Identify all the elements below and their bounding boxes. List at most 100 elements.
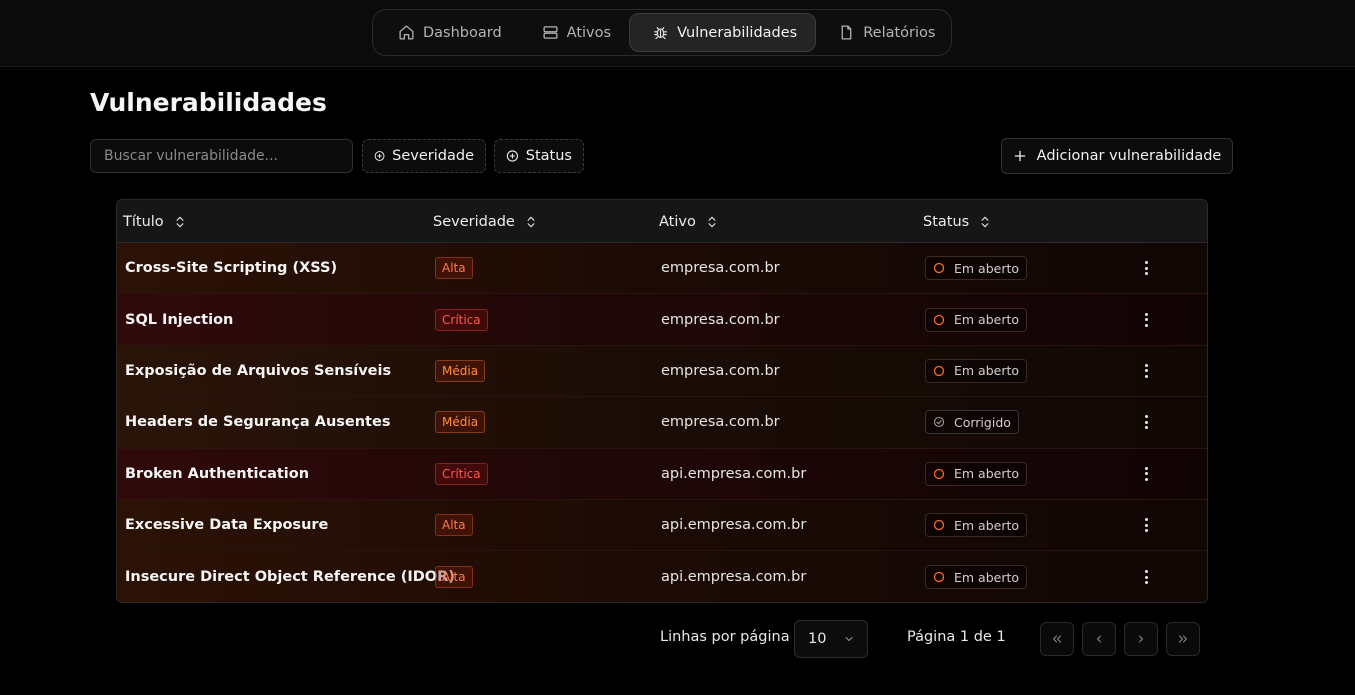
chevron-right-icon bbox=[1139, 635, 1143, 643]
search-input[interactable] bbox=[90, 139, 353, 173]
table-row[interactable]: Insecure Direct Object Reference (IDOR) … bbox=[117, 551, 1207, 602]
nav-relatorios[interactable]: Relatórios bbox=[816, 13, 953, 52]
table-row[interactable]: Cross-Site Scripting (XSS) Alta empresa.… bbox=[117, 243, 1207, 295]
status-badge: Em aberto bbox=[925, 461, 1028, 486]
column-header-ativo[interactable]: Ativo bbox=[659, 200, 719, 243]
chevron-left-icon bbox=[1097, 635, 1101, 643]
circle-icon bbox=[933, 571, 945, 583]
asset-name: empresa.com.br bbox=[661, 311, 780, 328]
first-page-button[interactable] bbox=[1040, 622, 1074, 656]
next-page-button[interactable] bbox=[1124, 622, 1158, 656]
severity-badge: Alta bbox=[435, 514, 473, 537]
nav-relatorios-label: Relatórios bbox=[863, 24, 936, 41]
circle-icon bbox=[933, 468, 945, 479]
vulnerability-title: Excessive Data Exposure bbox=[125, 517, 329, 534]
server-icon bbox=[543, 26, 558, 39]
rows-per-page-select[interactable]: 10 bbox=[794, 620, 868, 658]
asset-name: api.empresa.com.br bbox=[661, 517, 807, 534]
severity-badge: Média bbox=[435, 359, 486, 382]
file-icon bbox=[841, 25, 852, 40]
vulnerability-title: Broken Authentication bbox=[125, 465, 310, 482]
table-row[interactable]: Excessive Data Exposure Alta api.empresa… bbox=[117, 499, 1207, 552]
row-actions-button[interactable] bbox=[1137, 346, 1155, 396]
sort-icon bbox=[527, 216, 535, 227]
circle-icon bbox=[933, 263, 945, 274]
add-vulnerability-button[interactable]: Adicionar vulnerabilidade bbox=[1001, 138, 1233, 174]
vulnerability-title: Cross-Site Scripting (XSS) bbox=[125, 260, 338, 277]
asset-name: empresa.com.br bbox=[661, 414, 780, 431]
check-circle-icon bbox=[933, 417, 945, 428]
nav-vulnerabilidades[interactable]: Vulnerabilidades bbox=[629, 13, 817, 52]
sort-icon bbox=[176, 216, 184, 227]
row-actions-button[interactable] bbox=[1137, 551, 1155, 602]
more-vertical-icon bbox=[1144, 363, 1148, 378]
status-badge: Em aberto bbox=[925, 256, 1028, 281]
row-actions-button[interactable] bbox=[1137, 243, 1155, 293]
more-vertical-icon bbox=[1144, 518, 1148, 533]
main-nav: Dashboard Ativos Vulnerabilidades Relató… bbox=[372, 9, 952, 56]
table-header: Título Severidade Ativo Status bbox=[117, 200, 1207, 243]
vulnerability-title: Insecure Direct Object Reference (IDOR) bbox=[125, 569, 455, 586]
more-vertical-icon bbox=[1144, 312, 1148, 327]
status-label: Em aberto bbox=[954, 466, 1020, 482]
severity-badge: Média bbox=[435, 411, 486, 434]
add-vulnerability-label: Adicionar vulnerabilidade bbox=[1036, 148, 1222, 164]
severity-filter-button[interactable]: Severidade bbox=[362, 139, 486, 173]
column-header-label: Severidade bbox=[433, 213, 515, 230]
column-header-label: Status bbox=[923, 213, 970, 230]
table-row[interactable]: SQL Injection Crítica empresa.com.br Em … bbox=[117, 294, 1207, 346]
nav-dashboard-label: Dashboard bbox=[423, 24, 502, 41]
asset-name: empresa.com.br bbox=[661, 362, 780, 379]
rows-per-page-label: Linhas por página bbox=[660, 629, 790, 645]
severity-badge: Alta bbox=[435, 566, 473, 589]
status-badge: Em aberto bbox=[925, 358, 1028, 383]
column-header-label: Título bbox=[123, 213, 164, 230]
more-vertical-icon bbox=[1144, 261, 1148, 276]
status-label: Em aberto bbox=[954, 363, 1020, 379]
status-label: Corrigido bbox=[954, 414, 1011, 430]
nav-ativos-label: Ativos bbox=[566, 24, 612, 41]
column-header-titulo[interactable]: Título bbox=[123, 200, 187, 243]
circle-icon bbox=[933, 519, 945, 531]
bug-icon bbox=[653, 26, 668, 40]
plus-circle-icon bbox=[374, 151, 385, 161]
status-filter-label: Status bbox=[525, 148, 572, 164]
severity-badge: Alta bbox=[435, 257, 473, 280]
status-badge: Em aberto bbox=[925, 307, 1028, 332]
nav-dashboard[interactable]: Dashboard bbox=[376, 13, 520, 52]
status-badge: Corrigido bbox=[925, 410, 1019, 435]
rows-per-page-value: 10 bbox=[808, 631, 827, 647]
row-actions-button[interactable] bbox=[1137, 449, 1155, 499]
column-header-severidade[interactable]: Severidade bbox=[433, 200, 538, 243]
status-filter-button[interactable]: Status bbox=[494, 139, 584, 173]
table-row[interactable]: Headers de Segurança Ausentes Média empr… bbox=[117, 397, 1207, 449]
table-row[interactable]: Broken Authentication Crítica api.empres… bbox=[117, 448, 1207, 500]
circle-icon bbox=[933, 365, 945, 377]
plus-icon bbox=[1014, 150, 1025, 162]
column-header-status[interactable]: Status bbox=[923, 200, 992, 243]
status-label: Em aberto bbox=[954, 312, 1020, 328]
row-actions-button[interactable] bbox=[1137, 500, 1155, 550]
chevrons-right-icon bbox=[1179, 635, 1187, 643]
more-vertical-icon bbox=[1144, 466, 1148, 481]
status-badge: Em aberto bbox=[925, 513, 1028, 538]
previous-page-button[interactable] bbox=[1082, 622, 1116, 656]
table-row[interactable]: Exposição de Arquivos Sensíveis Média em… bbox=[117, 345, 1207, 398]
vulnerability-title: Exposição de Arquivos Sensíveis bbox=[125, 362, 392, 379]
severity-badge: Crítica bbox=[435, 462, 488, 485]
status-label: Em aberto bbox=[954, 569, 1020, 585]
vulnerability-title: Headers de Segurança Ausentes bbox=[125, 414, 391, 431]
last-page-button[interactable] bbox=[1166, 622, 1200, 656]
nav-ativos[interactable]: Ativos bbox=[520, 13, 629, 52]
circle-icon bbox=[933, 314, 945, 325]
asset-name: empresa.com.br bbox=[661, 260, 780, 277]
status-badge: Em aberto bbox=[925, 565, 1028, 590]
page-info: Página 1 de 1 bbox=[907, 629, 1006, 645]
plus-circle-icon bbox=[506, 150, 518, 162]
chevrons-left-icon bbox=[1053, 635, 1061, 643]
row-actions-button[interactable] bbox=[1137, 397, 1155, 447]
sort-icon bbox=[981, 216, 989, 227]
home-icon bbox=[399, 25, 414, 40]
vulnerability-title: SQL Injection bbox=[125, 311, 234, 328]
row-actions-button[interactable] bbox=[1137, 294, 1155, 344]
